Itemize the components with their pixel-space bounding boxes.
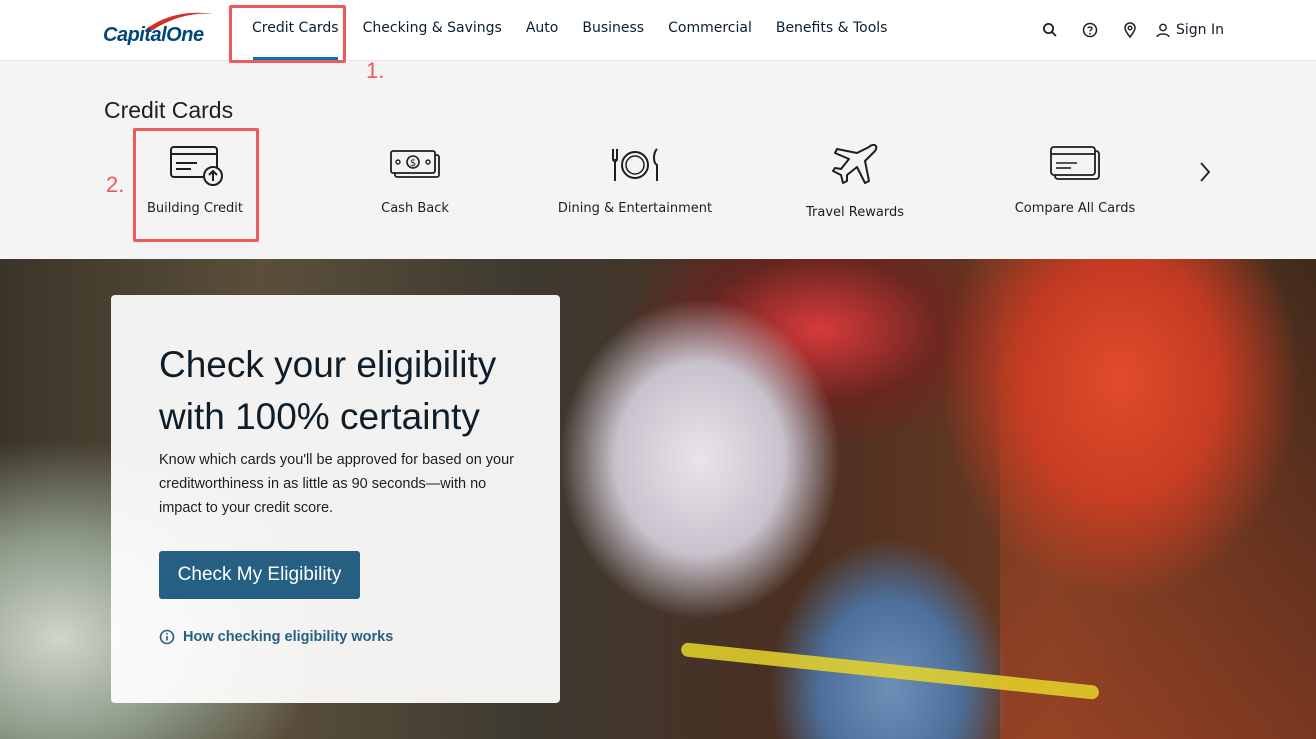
annotation-box-credit-cards — [229, 5, 346, 63]
annotation-step-1: 1. — [366, 58, 385, 83]
hero-body-text: Know which cards you'll be approved for … — [159, 452, 515, 516]
logo-text: CapitalOne — [103, 24, 204, 46]
category-dining-entertainment[interactable]: Dining & Entertainment — [540, 143, 730, 216]
header-utilities: Sign In — [1030, 0, 1224, 60]
location-icon[interactable] — [1110, 10, 1150, 50]
check-eligibility-button[interactable]: Check My Eligibility — [159, 551, 360, 599]
cash-icon: $ — [390, 150, 440, 178]
eligibility-info-link[interactable]: How checking eligibility works — [159, 629, 393, 645]
category-label: Cash Back — [381, 201, 449, 216]
nav-checking-savings[interactable]: Checking & Savings — [351, 0, 514, 60]
capital-one-logo[interactable]: CapitalOne — [103, 10, 215, 50]
search-icon[interactable] — [1030, 10, 1070, 50]
help-icon[interactable] — [1070, 10, 1110, 50]
cards-stack-icon — [1050, 146, 1100, 180]
annotation-box-building-credit — [133, 128, 259, 242]
airplane-icon — [832, 143, 878, 184]
category-compare-all-cards[interactable]: Compare All Cards — [980, 143, 1170, 216]
category-label: Dining & Entertainment — [557, 201, 713, 216]
nav-business[interactable]: Business — [570, 0, 656, 60]
eligibility-card: Check your eligibility with 100% certain… — [111, 295, 560, 703]
hero-banner: Check your eligibility with 100% certain… — [0, 259, 1316, 739]
category-cash-back[interactable]: $ Cash Back — [320, 143, 510, 216]
hero-photo-overlay — [1000, 259, 1316, 739]
category-label: Compare All Cards — [1014, 201, 1136, 216]
nav-auto[interactable]: Auto — [514, 0, 571, 60]
info-link-label: How checking eligibility works — [183, 629, 394, 645]
hero-headline: Check your eligibility with 100% certain… — [159, 344, 497, 437]
category-label: Travel Rewards — [806, 205, 904, 220]
chevron-right-icon[interactable] — [1198, 160, 1212, 188]
sign-in-label: Sign In — [1176, 22, 1224, 38]
subnav-title: Credit Cards — [104, 97, 234, 123]
annotation-step-2: 2. — [106, 172, 125, 197]
user-icon — [1156, 23, 1170, 37]
site-header: CapitalOne Credit Cards Checking & Savin… — [0, 0, 1316, 61]
nav-benefits-tools[interactable]: Benefits & Tools — [764, 0, 900, 60]
sign-in-button[interactable]: Sign In — [1156, 22, 1224, 38]
svg-text:$: $ — [410, 158, 416, 169]
nav-commercial[interactable]: Commercial — [656, 0, 764, 60]
category-travel-rewards[interactable]: Travel Rewards — [760, 143, 950, 220]
dining-icon — [612, 148, 658, 181]
info-icon — [159, 629, 175, 645]
